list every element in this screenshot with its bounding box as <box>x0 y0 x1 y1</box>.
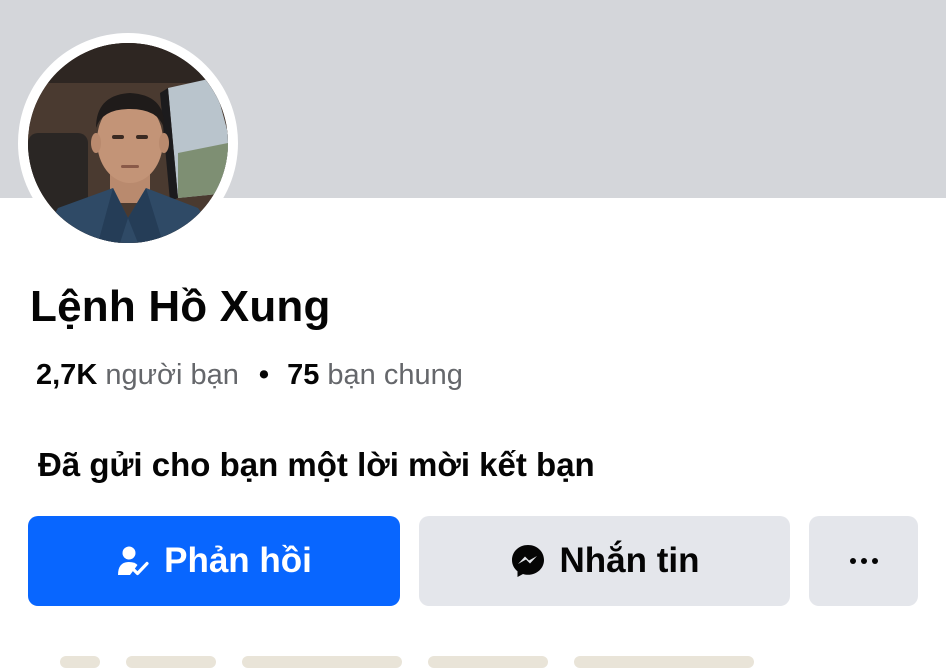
respond-label: Phản hồi <box>164 541 312 580</box>
respond-button[interactable]: Phản hồi <box>28 516 400 606</box>
more-options-button[interactable] <box>809 516 918 606</box>
message-button[interactable]: Nhắn tin <box>419 516 790 606</box>
friends-count[interactable]: 2,7K <box>36 359 97 391</box>
messenger-icon <box>510 543 546 579</box>
profile-name: Lệnh Hồ Xung <box>30 282 331 331</box>
more-dots-icon <box>849 558 878 564</box>
stats-separator: • <box>258 359 270 391</box>
avatar[interactable] <box>28 43 228 243</box>
mutual-count[interactable]: 75 <box>287 359 319 391</box>
friends-label[interactable]: người bạn <box>105 359 239 391</box>
next-section-edge <box>60 656 820 668</box>
friend-stats: 2,7K người bạn • 75 bạn chung <box>36 359 463 392</box>
friend-request-text: Đã gửi cho bạn một lời mời kết bạn <box>38 446 595 483</box>
profile-page: Lệnh Hồ Xung 2,7K người bạn • 75 bạn chung… <box>0 0 946 668</box>
message-label: Nhắn tin <box>559 541 700 580</box>
person-check-icon <box>116 544 150 578</box>
mutual-label[interactable]: bạn chung <box>327 359 462 391</box>
avatar-photo <box>28 43 228 243</box>
